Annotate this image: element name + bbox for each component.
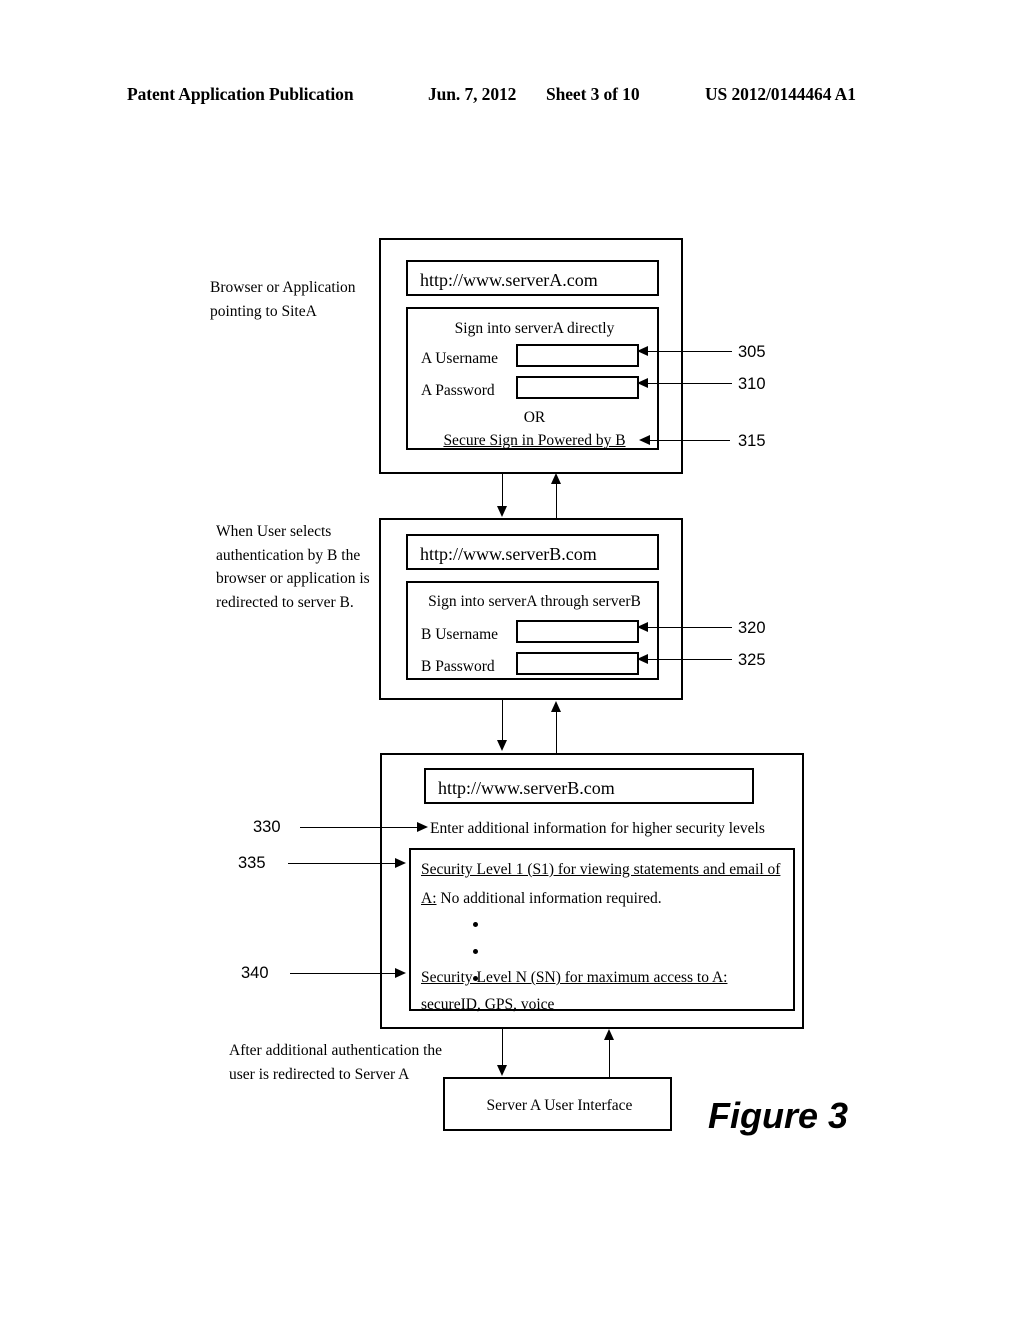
connector-a-to-b-arrow <box>497 506 507 517</box>
connector-b-to-a-arrow <box>551 473 561 484</box>
url-bar-server-a[interactable]: http://www.serverA.com <box>406 260 659 296</box>
ref-335: 335 <box>238 854 266 872</box>
url-bar-server-b[interactable]: http://www.serverB.com <box>406 534 659 570</box>
leader-line-330 <box>300 827 418 828</box>
leader-line-305 <box>648 351 732 352</box>
url-text-server-b-levels: http://www.serverB.com <box>438 778 615 798</box>
signin-form-server-a: Sign into serverA directly A Username A … <box>406 307 659 450</box>
form-title-server-b: Sign into serverA through serverB <box>428 593 641 610</box>
additional-info-prompt: Enter additional information for higher … <box>430 820 765 837</box>
ref-320: 320 <box>738 619 766 637</box>
connector-b-to-c-line <box>502 700 503 742</box>
leader-arrow-315 <box>639 435 650 445</box>
connector-c-to-uia-line <box>502 1029 503 1067</box>
leader-arrow-320 <box>637 622 648 632</box>
header-doc-number: US 2012/0144464 A1 <box>705 84 856 104</box>
server-a-user-interface-box: Server A User Interface <box>443 1077 672 1131</box>
or-separator-server-a: OR <box>523 409 546 426</box>
leader-arrow-310 <box>637 378 648 388</box>
input-a-password[interactable] <box>516 376 639 399</box>
caption-browser-pointing-to-siteA: Browser or Application pointing to SiteA <box>210 279 356 320</box>
connector-b-to-c-arrow <box>497 740 507 751</box>
header-publication: Patent Application Publication <box>127 84 354 104</box>
connector-a-to-b-line <box>502 474 503 508</box>
figure-label: Figure 3 <box>708 1095 849 1136</box>
security-level-1-body: No additional information required. <box>440 890 662 907</box>
leader-line-315 <box>650 440 730 441</box>
security-level-1-heading: Security Level 1 (S1) for viewing statem… <box>421 861 781 878</box>
security-level-n-heading: Security Level N (SN) for maximum access… <box>421 969 728 986</box>
ref-330: 330 <box>253 818 281 836</box>
bullet-point-1 <box>473 922 478 927</box>
header-sheet: Sheet 3 of 10 <box>546 84 640 104</box>
bullet-point-2 <box>473 949 478 954</box>
connector-c-to-b-arrow <box>551 701 561 712</box>
leader-line-325 <box>648 659 732 660</box>
leader-arrow-305 <box>637 346 648 356</box>
ref-315: 315 <box>738 432 766 450</box>
input-b-username[interactable] <box>516 620 639 643</box>
header-date: Jun. 7, 2012 <box>428 84 517 104</box>
security-level-n-body: secureID, GPS, voice <box>421 996 555 1013</box>
label-b-password: B Password <box>421 658 495 675</box>
input-a-username[interactable] <box>516 344 639 367</box>
label-a-username: A Username <box>421 350 499 367</box>
panel-server-a: http://www.serverA.com Sign into serverA… <box>379 238 683 474</box>
label-b-username: B Username <box>421 626 499 643</box>
secure-sign-in-powered-by-b-link[interactable]: Secure Sign in Powered by B <box>408 433 661 449</box>
connector-b-to-a-line <box>556 484 557 518</box>
connector-uia-to-c-line <box>609 1040 610 1078</box>
leader-line-320 <box>648 627 732 628</box>
caption-redirect-to-server-a: After additional authentication the user… <box>229 1042 443 1083</box>
leader-line-335 <box>288 863 396 864</box>
signin-form-server-b: Sign into serverA through serverB B User… <box>406 581 659 680</box>
server-a-user-interface-label: Server A User Interface <box>486 1097 633 1114</box>
leader-arrow-335 <box>395 858 406 868</box>
connector-c-to-b-line <box>556 712 557 754</box>
ref-340: 340 <box>241 964 269 982</box>
leader-arrow-340 <box>395 968 406 978</box>
ref-310: 310 <box>738 375 766 393</box>
connector-uia-to-c-arrow <box>604 1029 614 1040</box>
url-text-server-a: http://www.serverA.com <box>420 270 598 290</box>
ref-305: 305 <box>738 343 766 361</box>
security-level-1-line2: A: No additional information required. <box>421 891 662 907</box>
form-title-server-a: Sign into serverA directly <box>454 320 615 337</box>
caption-redirect-to-server-b: When User selects authentication by B th… <box>216 523 370 611</box>
leader-arrow-330 <box>417 822 428 832</box>
ref-325: 325 <box>738 651 766 669</box>
label-a-password: A Password <box>421 382 495 399</box>
input-b-password[interactable] <box>516 652 639 675</box>
security-levels-panel: Security Level 1 (S1) for viewing statem… <box>409 848 795 1013</box>
page-header: Patent Application Publication Jun. 7, 2… <box>0 84 1024 112</box>
security-level-1-heading-cont: A: <box>421 890 437 907</box>
panel-security-levels: http://www.serverB.com Enter additional … <box>380 753 804 1029</box>
connector-c-to-uia-arrow <box>497 1065 507 1076</box>
url-text-server-b: http://www.serverB.com <box>420 544 597 564</box>
leader-arrow-325 <box>637 654 648 664</box>
leader-line-340 <box>290 973 396 974</box>
panel-server-b: http://www.serverB.com Sign into serverA… <box>379 518 683 700</box>
leader-line-310 <box>648 383 732 384</box>
url-bar-server-b-levels[interactable]: http://www.serverB.com <box>424 768 754 804</box>
